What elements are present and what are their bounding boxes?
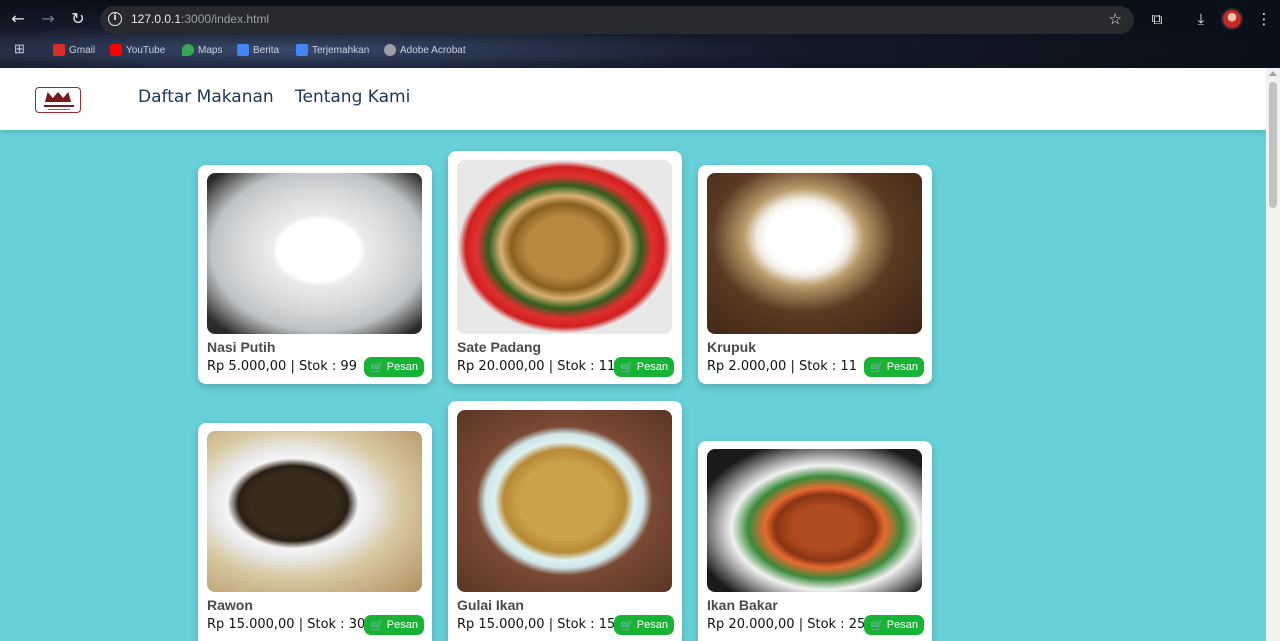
url-text[interactable]: 127.0.0.1:3000/index.html	[131, 12, 269, 26]
food-name: Gulai Ikan	[457, 597, 524, 613]
cart-icon: 🛒	[620, 361, 634, 374]
youtube-icon	[110, 44, 122, 56]
news-icon	[237, 44, 249, 56]
food-card: Sate Padang Rp 20.000,00 | Stok : 11 🛒 Pe…	[448, 151, 682, 384]
cart-icon: 🛒	[870, 361, 884, 374]
food-price-stock: Rp 20.000,00 | Stok : 25	[707, 617, 866, 632]
bookmark-gmail[interactable]: Gmail	[53, 44, 95, 56]
order-button[interactable]: 🛒 Pesan	[864, 357, 924, 377]
browser-chrome: ← → ↻ i 127.0.0.1:3000/index.html ☆ ⧉ ⤓ …	[0, 0, 1280, 68]
food-price-stock: Rp 5.000,00 | Stok : 99	[207, 359, 357, 374]
bookmark-berita[interactable]: Berita	[237, 44, 279, 56]
logo-line	[48, 109, 70, 110]
order-button[interactable]: 🛒 Pesan	[864, 615, 924, 635]
food-photo	[707, 449, 922, 592]
food-card: Gulai Ikan Rp 15.000,00 | Stok : 15 🛒 Pes…	[448, 401, 682, 641]
order-button[interactable]: 🛒 Pesan	[364, 357, 424, 377]
food-name: Sate Padang	[457, 339, 542, 355]
bookmarks-bar: ⊞ Gmail YouTube Maps Berita Terjemahkan …	[0, 38, 1280, 64]
food-photo	[207, 431, 422, 592]
food-card: Ikan Bakar Rp 20.000,00 | Stok : 25 🛒 Pes…	[698, 441, 932, 641]
order-button[interactable]: 🛒 Pesan	[614, 615, 674, 635]
back-icon[interactable]: ←	[8, 9, 28, 29]
site-logo[interactable]	[35, 87, 81, 113]
scrollbar-thumb[interactable]	[1269, 82, 1277, 208]
bookmark-star-icon[interactable]: ☆	[1109, 10, 1122, 28]
food-card: Nasi Putih Rp 5.000,00 | Stok : 99 🛒 Pesa…	[198, 165, 432, 384]
gmail-icon	[53, 44, 65, 56]
food-name: Ikan Bakar	[707, 597, 778, 613]
cart-icon: 🛒	[870, 619, 884, 632]
bookmark-adobe-acrobat[interactable]: Adobe Acrobat	[384, 44, 466, 56]
logo-roof-shape	[45, 92, 71, 102]
food-card: Krupuk Rp 2.000,00 | Stok : 11 🛒 Pesan	[698, 165, 932, 384]
maps-icon	[182, 44, 194, 56]
food-price-stock: Rp 15.000,00 | Stok : 15	[457, 617, 616, 632]
food-photo	[707, 173, 922, 334]
cart-icon: 🛒	[620, 619, 634, 632]
site-header: Daftar Makanan Tentang Kami	[0, 68, 1266, 130]
bookmark-terjemahkan[interactable]: Terjemahkan	[296, 44, 369, 56]
globe-icon	[384, 44, 396, 56]
order-button[interactable]: 🛒 Pesan	[614, 357, 674, 377]
address-bar[interactable]: i 127.0.0.1:3000/index.html ☆	[100, 6, 1134, 34]
menu-kebab-icon[interactable]: ⋮	[1254, 9, 1274, 29]
download-icon[interactable]: ⤓	[1191, 9, 1211, 29]
scroll-up-arrow-icon[interactable]	[1269, 71, 1277, 76]
bookmark-maps[interactable]: Maps	[182, 44, 222, 56]
apps-grid-icon[interactable]: ⊞	[14, 41, 25, 57]
bookmark-youtube[interactable]: YouTube	[110, 44, 165, 56]
site-info-icon[interactable]: i	[108, 12, 122, 26]
food-card: Rawon Rp 15.000,00 | Stok : 30 🛒 Pesan	[198, 423, 432, 641]
food-photo	[207, 173, 422, 334]
translate-icon	[296, 44, 308, 56]
cart-icon: 🛒	[370, 361, 384, 374]
food-name: Nasi Putih	[207, 339, 276, 355]
food-name: Krupuk	[707, 339, 756, 355]
logo-line	[44, 105, 74, 107]
nav-daftar-makanan[interactable]: Daftar Makanan	[138, 87, 274, 107]
food-price-stock: Rp 20.000,00 | Stok : 11	[457, 359, 616, 374]
food-price-stock: Rp 2.000,00 | Stok : 11	[707, 359, 857, 374]
extensions-icon[interactable]: ⧉	[1147, 9, 1167, 29]
forward-icon[interactable]: →	[38, 9, 58, 29]
food-name: Rawon	[207, 597, 253, 613]
order-button[interactable]: 🛒 Pesan	[364, 615, 424, 635]
food-photo	[457, 410, 672, 592]
food-photo	[457, 160, 672, 334]
food-price-stock: Rp 15.000,00 | Stok : 30	[207, 617, 366, 632]
cart-icon: 🛒	[370, 619, 384, 632]
reload-icon[interactable]: ↻	[68, 9, 88, 29]
browser-toolbar: ← → ↻ i 127.0.0.1:3000/index.html ☆ ⧉ ⤓ …	[0, 0, 1280, 38]
page-scrollbar[interactable]	[1266, 68, 1280, 641]
nav-tentang-kami[interactable]: Tentang Kami	[295, 87, 410, 107]
page-content: Daftar Makanan Tentang Kami Nasi Putih R…	[0, 68, 1266, 641]
profile-avatar[interactable]	[1221, 8, 1243, 30]
